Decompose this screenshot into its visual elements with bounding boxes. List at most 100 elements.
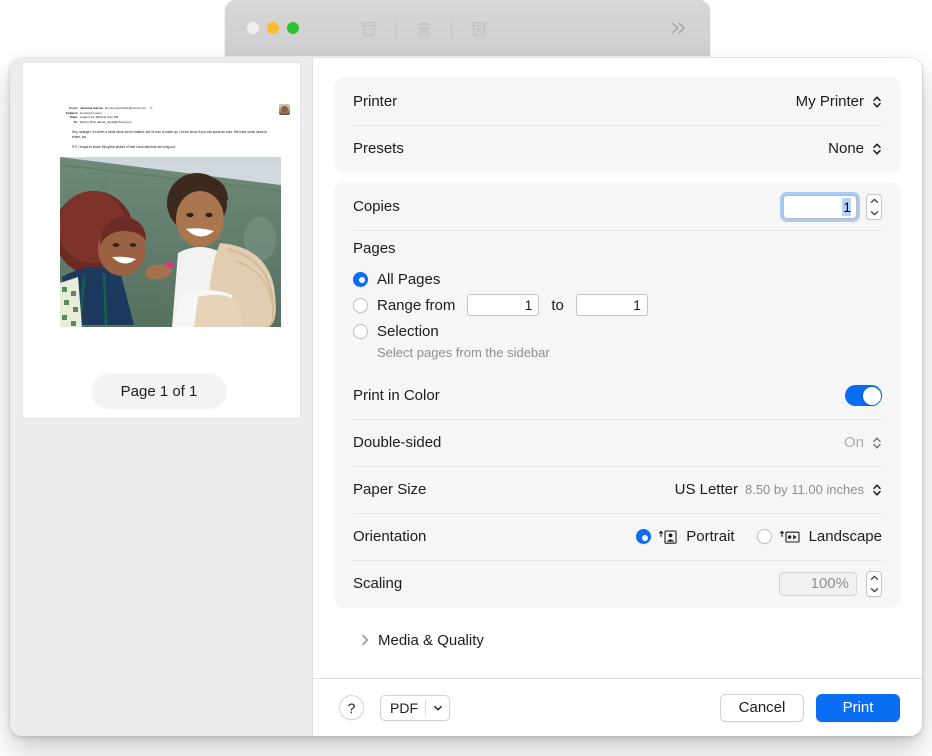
stepper-down-icon[interactable] xyxy=(870,587,879,593)
cancel-button[interactable]: Cancel xyxy=(720,694,804,722)
orientation-row: Orientation xyxy=(335,513,900,560)
pages-option-all[interactable]: All Pages xyxy=(353,266,882,292)
trash-button[interactable] xyxy=(402,16,446,42)
help-button[interactable]: ? xyxy=(339,695,364,720)
email-body-paragraph-1: Hey, stranger. It's been a while since w… xyxy=(72,130,272,140)
paper-size-detail: 8.50 by 11.00 inches xyxy=(745,482,864,497)
pdf-menu-label: PDF xyxy=(390,700,418,716)
chevron-updown-icon xyxy=(872,483,882,497)
archive-button[interactable] xyxy=(347,16,391,42)
radio-portrait[interactable] xyxy=(636,529,651,544)
mail-toolbar-buttons xyxy=(347,16,501,42)
orientation-portrait-option[interactable]: Portrait xyxy=(636,528,734,545)
email-from-address: jasmine.garcia91@icloud.com xyxy=(105,106,146,111)
print-in-color-label: Print in Color xyxy=(353,387,440,404)
orientation-options: Portrait xyxy=(636,528,882,545)
avatar xyxy=(279,104,290,115)
scaling-label: Scaling xyxy=(353,575,402,592)
toggle-knob xyxy=(863,387,881,405)
radio-selection[interactable] xyxy=(353,324,368,339)
radio-selection-label: Selection xyxy=(377,323,439,340)
toolbar-separator xyxy=(451,18,452,40)
pages-option-range[interactable]: Range from 1 to 1 xyxy=(353,292,882,318)
scaling-input[interactable]: 100% xyxy=(779,572,857,596)
email-to-label: To: xyxy=(54,120,78,125)
junk-button[interactable] xyxy=(457,16,501,42)
presets-row[interactable]: Presets None xyxy=(335,125,900,172)
orientation-landscape-option[interactable]: Landscape xyxy=(757,528,882,545)
print-options-card: Copies 1 Pages xyxy=(335,183,900,607)
pdf-menu-button[interactable]: PDF xyxy=(380,695,450,721)
radio-all-pages-label: All Pages xyxy=(377,271,440,288)
range-to-word: to xyxy=(551,297,564,314)
minimize-window-button[interactable] xyxy=(267,22,279,34)
presets-value: None xyxy=(828,140,864,157)
paper-size-value: US Letter xyxy=(675,481,738,498)
print-in-color-toggle[interactable] xyxy=(845,385,882,406)
chevron-updown-icon xyxy=(872,142,882,156)
paperclip-icon: 📎 xyxy=(149,106,153,111)
print-settings-pane: Printer My Printer Presets None xyxy=(313,58,922,736)
radio-range[interactable] xyxy=(353,298,368,313)
page-indicator-badge: Page 1 of 1 xyxy=(92,374,226,409)
copies-value: 1 xyxy=(842,198,851,216)
paper-size-row[interactable]: Paper Size US Letter 8.50 by 11.00 inche… xyxy=(335,466,900,513)
orientation-portrait-label: Portrait xyxy=(686,528,734,545)
email-body-paragraph-2: P.S. I forgot to share this great pictur… xyxy=(72,145,272,150)
email-to-row: To: Danny Rios daniel_rios1@icloud.com xyxy=(54,120,264,125)
paper-size-label: Paper Size xyxy=(353,481,426,498)
range-to-input[interactable]: 1 xyxy=(576,294,648,316)
double-sided-row[interactable]: Double-sided On xyxy=(335,419,900,466)
printer-value: My Printer xyxy=(796,93,864,110)
media-quality-disclosure[interactable]: Media & Quality xyxy=(335,618,900,658)
scaling-stepper[interactable] xyxy=(866,571,882,597)
presets-label: Presets xyxy=(353,140,404,157)
junk-icon xyxy=(469,19,489,39)
preview-page[interactable]: From: Jasmine Garcia jasmine.garcia91@ic… xyxy=(23,63,300,418)
copies-label: Copies xyxy=(353,198,400,215)
range-from-input[interactable]: 1 xyxy=(467,294,539,316)
print-preview-pane: From: Jasmine Garcia jasmine.garcia91@ic… xyxy=(10,58,313,736)
selection-hint: Select pages from the sidebar xyxy=(377,345,882,360)
screenshot-root: From: Jasmine Garcia jasmine.garcia91@ic… xyxy=(0,0,932,756)
radio-all-pages[interactable] xyxy=(353,272,368,287)
copies-stepper[interactable] xyxy=(866,194,882,220)
trash-icon xyxy=(414,19,434,39)
pages-option-selection[interactable]: Selection xyxy=(353,318,882,344)
stepper-up-icon[interactable] xyxy=(870,198,879,204)
copies-row: Copies 1 xyxy=(335,183,900,230)
double-sided-value: On xyxy=(844,434,864,451)
toolbar-overflow-button[interactable] xyxy=(668,20,690,41)
chevron-updown-icon xyxy=(872,436,882,450)
chevron-right-icon xyxy=(361,634,369,646)
chevron-down-icon xyxy=(433,703,443,713)
window-traffic-lights xyxy=(247,22,299,34)
orientation-label: Orientation xyxy=(353,528,426,545)
settings-scroll-area: Printer My Printer Presets None xyxy=(313,58,922,678)
printer-label: Printer xyxy=(353,93,397,110)
chevron-double-right-icon xyxy=(668,20,690,36)
stepper-down-icon[interactable] xyxy=(870,210,879,216)
scaling-row: Scaling 100% xyxy=(335,560,900,607)
photo-illustration xyxy=(60,157,281,327)
media-quality-label: Media & Quality xyxy=(378,632,484,649)
pdf-divider xyxy=(425,700,426,715)
toolbar-separator xyxy=(396,18,397,40)
maximize-window-button[interactable] xyxy=(287,22,299,34)
printer-row[interactable]: Printer My Printer xyxy=(335,78,900,125)
print-button[interactable]: Print xyxy=(816,694,900,722)
stepper-up-icon[interactable] xyxy=(870,575,879,581)
chevron-updown-icon xyxy=(872,95,882,109)
print-in-color-row: Print in Color xyxy=(335,372,900,419)
print-dialog: From: Jasmine Garcia jasmine.garcia91@ic… xyxy=(10,58,922,736)
close-window-button[interactable] xyxy=(247,22,259,34)
copies-input[interactable]: 1 xyxy=(783,195,857,219)
email-to-value: Danny Rios daniel_rios1@icloud.com xyxy=(80,120,131,125)
email-header: From: Jasmine Garcia jasmine.garcia91@ic… xyxy=(54,106,264,124)
radio-landscape[interactable] xyxy=(757,529,772,544)
double-sided-label: Double-sided xyxy=(353,434,441,451)
pages-block: Pages All Pages Range from 1 to 1 xyxy=(335,230,900,372)
landscape-icon xyxy=(780,529,802,545)
email-body: Hey, stranger. It's been a while since w… xyxy=(72,130,272,150)
mail-window-toolbar xyxy=(225,0,710,56)
